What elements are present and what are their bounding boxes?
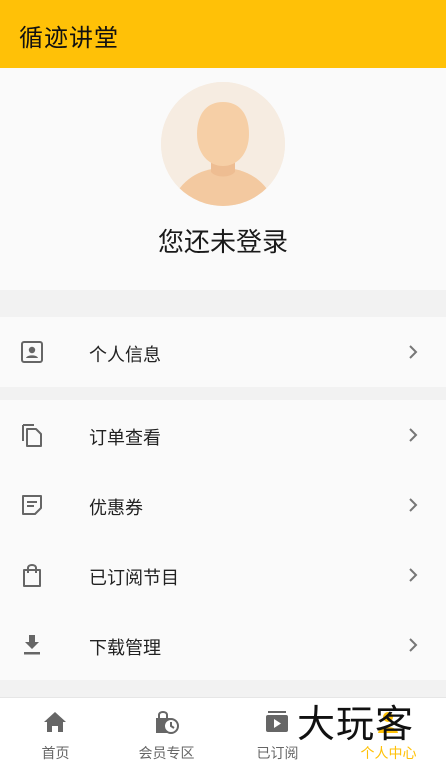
watermark-logo: 大玩客 xyxy=(297,702,415,746)
menu-item-label: 优惠券 xyxy=(89,498,143,519)
tab-label: 首页 xyxy=(41,746,70,762)
menu-item-label: 订单查看 xyxy=(89,428,161,449)
home-icon xyxy=(44,712,66,732)
menu-item-label: 个人信息 xyxy=(89,345,161,366)
chevron-right-icon xyxy=(409,568,418,582)
tab-home[interactable]: 首页 xyxy=(0,698,111,768)
menu-item-personal-info[interactable]: 个人信息 xyxy=(0,317,446,387)
menu-item-orders[interactable]: 订单查看 xyxy=(0,400,446,470)
menu-group-services: 订单查看 优惠券 已订阅节目 下载管理 xyxy=(0,400,446,680)
menu-item-subscribed-programs[interactable]: 已订阅节目 xyxy=(0,540,446,610)
menu-item-label: 下载管理 xyxy=(89,638,161,659)
copy-document-icon xyxy=(22,424,42,447)
menu-group-account: 个人信息 xyxy=(0,317,446,387)
note-icon xyxy=(22,495,42,515)
menu-item-label: 已订阅节目 xyxy=(89,568,179,589)
login-prompt[interactable]: 您还未登录 xyxy=(0,222,446,259)
menu-item-coupons[interactable]: 优惠券 xyxy=(0,470,446,540)
menu-item-downloads[interactable]: 下载管理 xyxy=(0,610,446,680)
chevron-right-icon xyxy=(409,498,418,512)
person-avatar-icon xyxy=(161,82,285,206)
tv-play-icon xyxy=(266,711,288,732)
tab-label: 会员专区 xyxy=(138,746,195,762)
app-title: 循迹讲堂 xyxy=(19,24,119,52)
download-icon xyxy=(24,635,40,655)
app-header: 循迹讲堂 xyxy=(0,0,446,68)
chevron-right-icon xyxy=(409,638,418,652)
profile-section: 您还未登录 xyxy=(0,68,446,290)
tab-vip-zone[interactable]: 会员专区 xyxy=(111,698,222,768)
avatar[interactable] xyxy=(161,82,285,206)
chevron-right-icon xyxy=(409,345,418,359)
bag-clock-icon xyxy=(156,711,179,734)
shopping-bag-icon xyxy=(23,564,41,587)
chevron-right-icon xyxy=(409,428,418,442)
contact-card-icon xyxy=(21,341,43,363)
